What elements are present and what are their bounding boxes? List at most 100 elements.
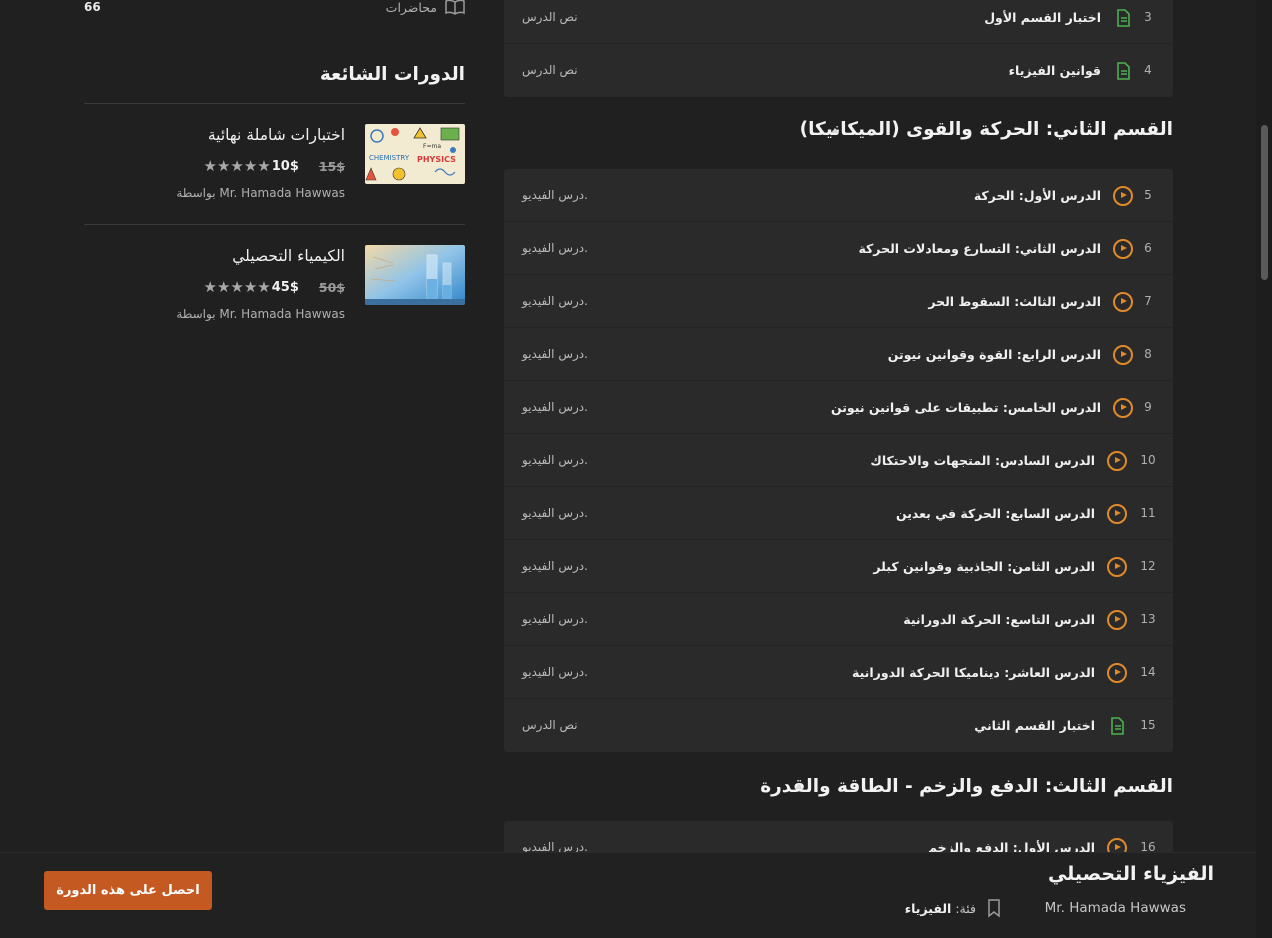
lesson-row[interactable]: 13 الدرس التاسع: الحركة الدورانية درس ال…	[504, 593, 1173, 646]
lesson-title[interactable]: الدرس الرابع: القوة وقوانين نيوتن	[888, 328, 1101, 381]
lesson-number: 3	[1144, 10, 1152, 24]
category-value[interactable]: الفيزياء	[905, 901, 952, 916]
lesson-type: درس الفيديو.	[522, 506, 588, 520]
lesson-type: درس الفيديو.	[522, 241, 588, 255]
lesson-type: نص الدرس	[522, 718, 578, 732]
lesson-type: درس الفيديو.	[522, 453, 588, 467]
lesson-title[interactable]: الدرس السادس: المتجهات والاحتكاك	[870, 434, 1095, 487]
course-author: بواسطة Mr. Hamada Hawwas	[176, 186, 345, 200]
category-label: فئة:	[955, 901, 976, 916]
scrollbar-thumb[interactable]	[1261, 125, 1268, 280]
lab-glassware-thumbnail[interactable]	[365, 245, 465, 305]
play-icon	[1113, 345, 1133, 365]
lesson-number: 7	[1144, 294, 1152, 308]
lesson-type: نص الدرس	[522, 63, 578, 77]
lesson-row[interactable]: 15 اختبار القسم الثاني نص الدرس	[504, 699, 1173, 752]
lesson-row[interactable]: 6 الدرس الثاني: التسارع ومعادلات الحركة …	[504, 222, 1173, 275]
lectures-count: 66	[84, 0, 101, 14]
bookmark-icon	[988, 899, 1000, 918]
lesson-type: درس الفيديو.	[522, 665, 588, 679]
lesson-type: درس الفيديو.	[522, 400, 588, 414]
book-icon	[445, 0, 465, 15]
section-lessons-list: 3 اختبار القسم الأول نص الدرس 4 قوانين ا…	[504, 0, 1173, 97]
lesson-number: 14	[1140, 665, 1156, 679]
new-price: 45$	[271, 279, 299, 295]
play-icon	[1113, 239, 1133, 259]
lesson-row[interactable]: 14 الدرس العاشر: ديناميكا الحركة الدوران…	[504, 646, 1173, 699]
lesson-type: درس الفيديو.	[522, 559, 588, 573]
lesson-number: 4	[1144, 63, 1152, 77]
play-icon	[1107, 610, 1127, 630]
lesson-title[interactable]: الدرس العاشر: ديناميكا الحركة الدورانية	[852, 646, 1095, 699]
svg-text:CHEMISTRY: CHEMISTRY	[369, 154, 410, 162]
lesson-number: 13	[1140, 612, 1156, 626]
svg-text:F=ma: F=ma	[423, 143, 441, 150]
lesson-number: 11	[1140, 506, 1156, 520]
divider	[84, 224, 465, 225]
lesson-type: درس الفيديو.	[522, 347, 588, 361]
chevron-up-icon[interactable]	[795, 784, 803, 789]
lesson-row[interactable]: 10 الدرس السادس: المتجهات والاحتكاك درس …	[504, 434, 1173, 487]
section-title[interactable]: القسم الثالث: الدفع والزخم - الطاقة والق…	[760, 776, 1173, 797]
lesson-row[interactable]: 5 الدرس الأول: الحركة درس الفيديو.	[504, 169, 1173, 222]
course-title[interactable]: الكيمياء التحصيلي	[232, 247, 345, 265]
section-lessons-list: 5 الدرس الأول: الحركة درس الفيديو. 6 الد…	[504, 169, 1173, 752]
lesson-row[interactable]: 7 الدرس الثالث: السقوط الحر درس الفيديو.	[504, 275, 1173, 328]
get-course-button[interactable]: احصل على هذه الدورة	[44, 871, 212, 910]
play-icon	[1113, 398, 1133, 418]
lesson-row[interactable]: 4 قوانين الفيزياء نص الدرس	[504, 44, 1173, 97]
section-header[interactable]: القسم الثالث: الدفع والزخم - الطاقة والق…	[504, 752, 1173, 821]
popular-course-card[interactable]: CHEMISTRY PHYSICS F=ma اختبارات شاملة نه…	[84, 124, 465, 224]
course-category[interactable]: فئة: الفيزياء	[905, 901, 976, 916]
document-icon	[1113, 8, 1133, 28]
new-price: 10$	[271, 158, 299, 174]
lesson-number: 15	[1140, 718, 1156, 732]
curriculum: 3 اختبار القسم الأول نص الدرس 4 قوانين ا…	[504, 0, 1173, 874]
lesson-number: 12	[1140, 559, 1156, 573]
document-icon	[1107, 716, 1127, 736]
section-header[interactable]: القسم الثاني: الحركة والقوى (الميكانيكا)	[504, 97, 1173, 169]
play-icon	[1107, 557, 1127, 577]
course-price-line: 15$ 10$ ★★★★★	[204, 156, 345, 176]
section-title[interactable]: القسم الثاني: الحركة والقوى (الميكانيكا)	[800, 119, 1173, 140]
lesson-type: نص الدرس	[522, 10, 578, 24]
lesson-title[interactable]: اختبار القسم الأول	[984, 0, 1101, 44]
play-icon	[1113, 292, 1133, 312]
popular-course-card[interactable]: الكيمياء التحصيلي 50$ 45$ ★★★★★ بواسطة M…	[84, 245, 465, 345]
lesson-row[interactable]: 12 الدرس الثامن: الجاذبية وقوانين كبلر د…	[504, 540, 1173, 593]
chevron-up-icon[interactable]	[831, 128, 839, 133]
lesson-number: 5	[1144, 188, 1152, 202]
lesson-title[interactable]: الدرس السابع: الحركة في بعدين	[896, 487, 1095, 540]
course-price-line: 50$ 45$ ★★★★★	[204, 277, 345, 297]
lesson-title[interactable]: الدرس الخامس: تطبيقات على قوانين نيوتن	[831, 381, 1101, 434]
lesson-title[interactable]: الدرس الثالث: السقوط الحر	[928, 275, 1101, 328]
lesson-number: 10	[1140, 453, 1156, 467]
chemistry-physics-thumbnail[interactable]: CHEMISTRY PHYSICS F=ma	[365, 124, 465, 184]
play-icon	[1107, 451, 1127, 471]
rating-stars: ★★★★★	[203, 157, 271, 175]
lesson-title[interactable]: الدرس التاسع: الحركة الدورانية	[903, 593, 1095, 646]
course-title: الفيزياء التحصيلي	[1047, 863, 1214, 885]
lesson-title[interactable]: الدرس الثاني: التسارع ومعادلات الحركة	[858, 222, 1101, 275]
lesson-number: 8	[1144, 347, 1152, 361]
lesson-type: درس الفيديو.	[522, 188, 588, 202]
lesson-title[interactable]: الدرس الأول: الحركة	[974, 169, 1101, 222]
lesson-row[interactable]: 9 الدرس الخامس: تطبيقات على قوانين نيوتن…	[504, 381, 1173, 434]
lesson-number: 9	[1144, 400, 1152, 414]
course-author[interactable]: Mr. Hamada Hawwas	[1045, 900, 1186, 916]
lesson-title[interactable]: الدرس الثامن: الجاذبية وقوانين كبلر	[873, 540, 1095, 593]
old-price: 50$	[318, 279, 345, 295]
lesson-number: 6	[1144, 241, 1152, 255]
play-icon	[1107, 504, 1127, 524]
lesson-row[interactable]: 3 اختبار القسم الأول نص الدرس	[504, 0, 1173, 44]
lesson-title[interactable]: اختبار القسم الثاني	[974, 699, 1095, 752]
lesson-row[interactable]: 11 الدرس السابع: الحركة في بعدين درس الف…	[504, 487, 1173, 540]
lesson-title[interactable]: قوانين الفيزياء	[1009, 44, 1101, 97]
lesson-row[interactable]: 8 الدرس الرابع: القوة وقوانين نيوتن درس …	[504, 328, 1173, 381]
course-title[interactable]: اختبارات شاملة نهائية	[208, 126, 345, 144]
play-icon	[1113, 186, 1133, 206]
lesson-type: درس الفيديو.	[522, 612, 588, 626]
lesson-type: درس الفيديو.	[522, 294, 588, 308]
divider	[84, 103, 465, 104]
scrollbar[interactable]	[1256, 0, 1272, 938]
